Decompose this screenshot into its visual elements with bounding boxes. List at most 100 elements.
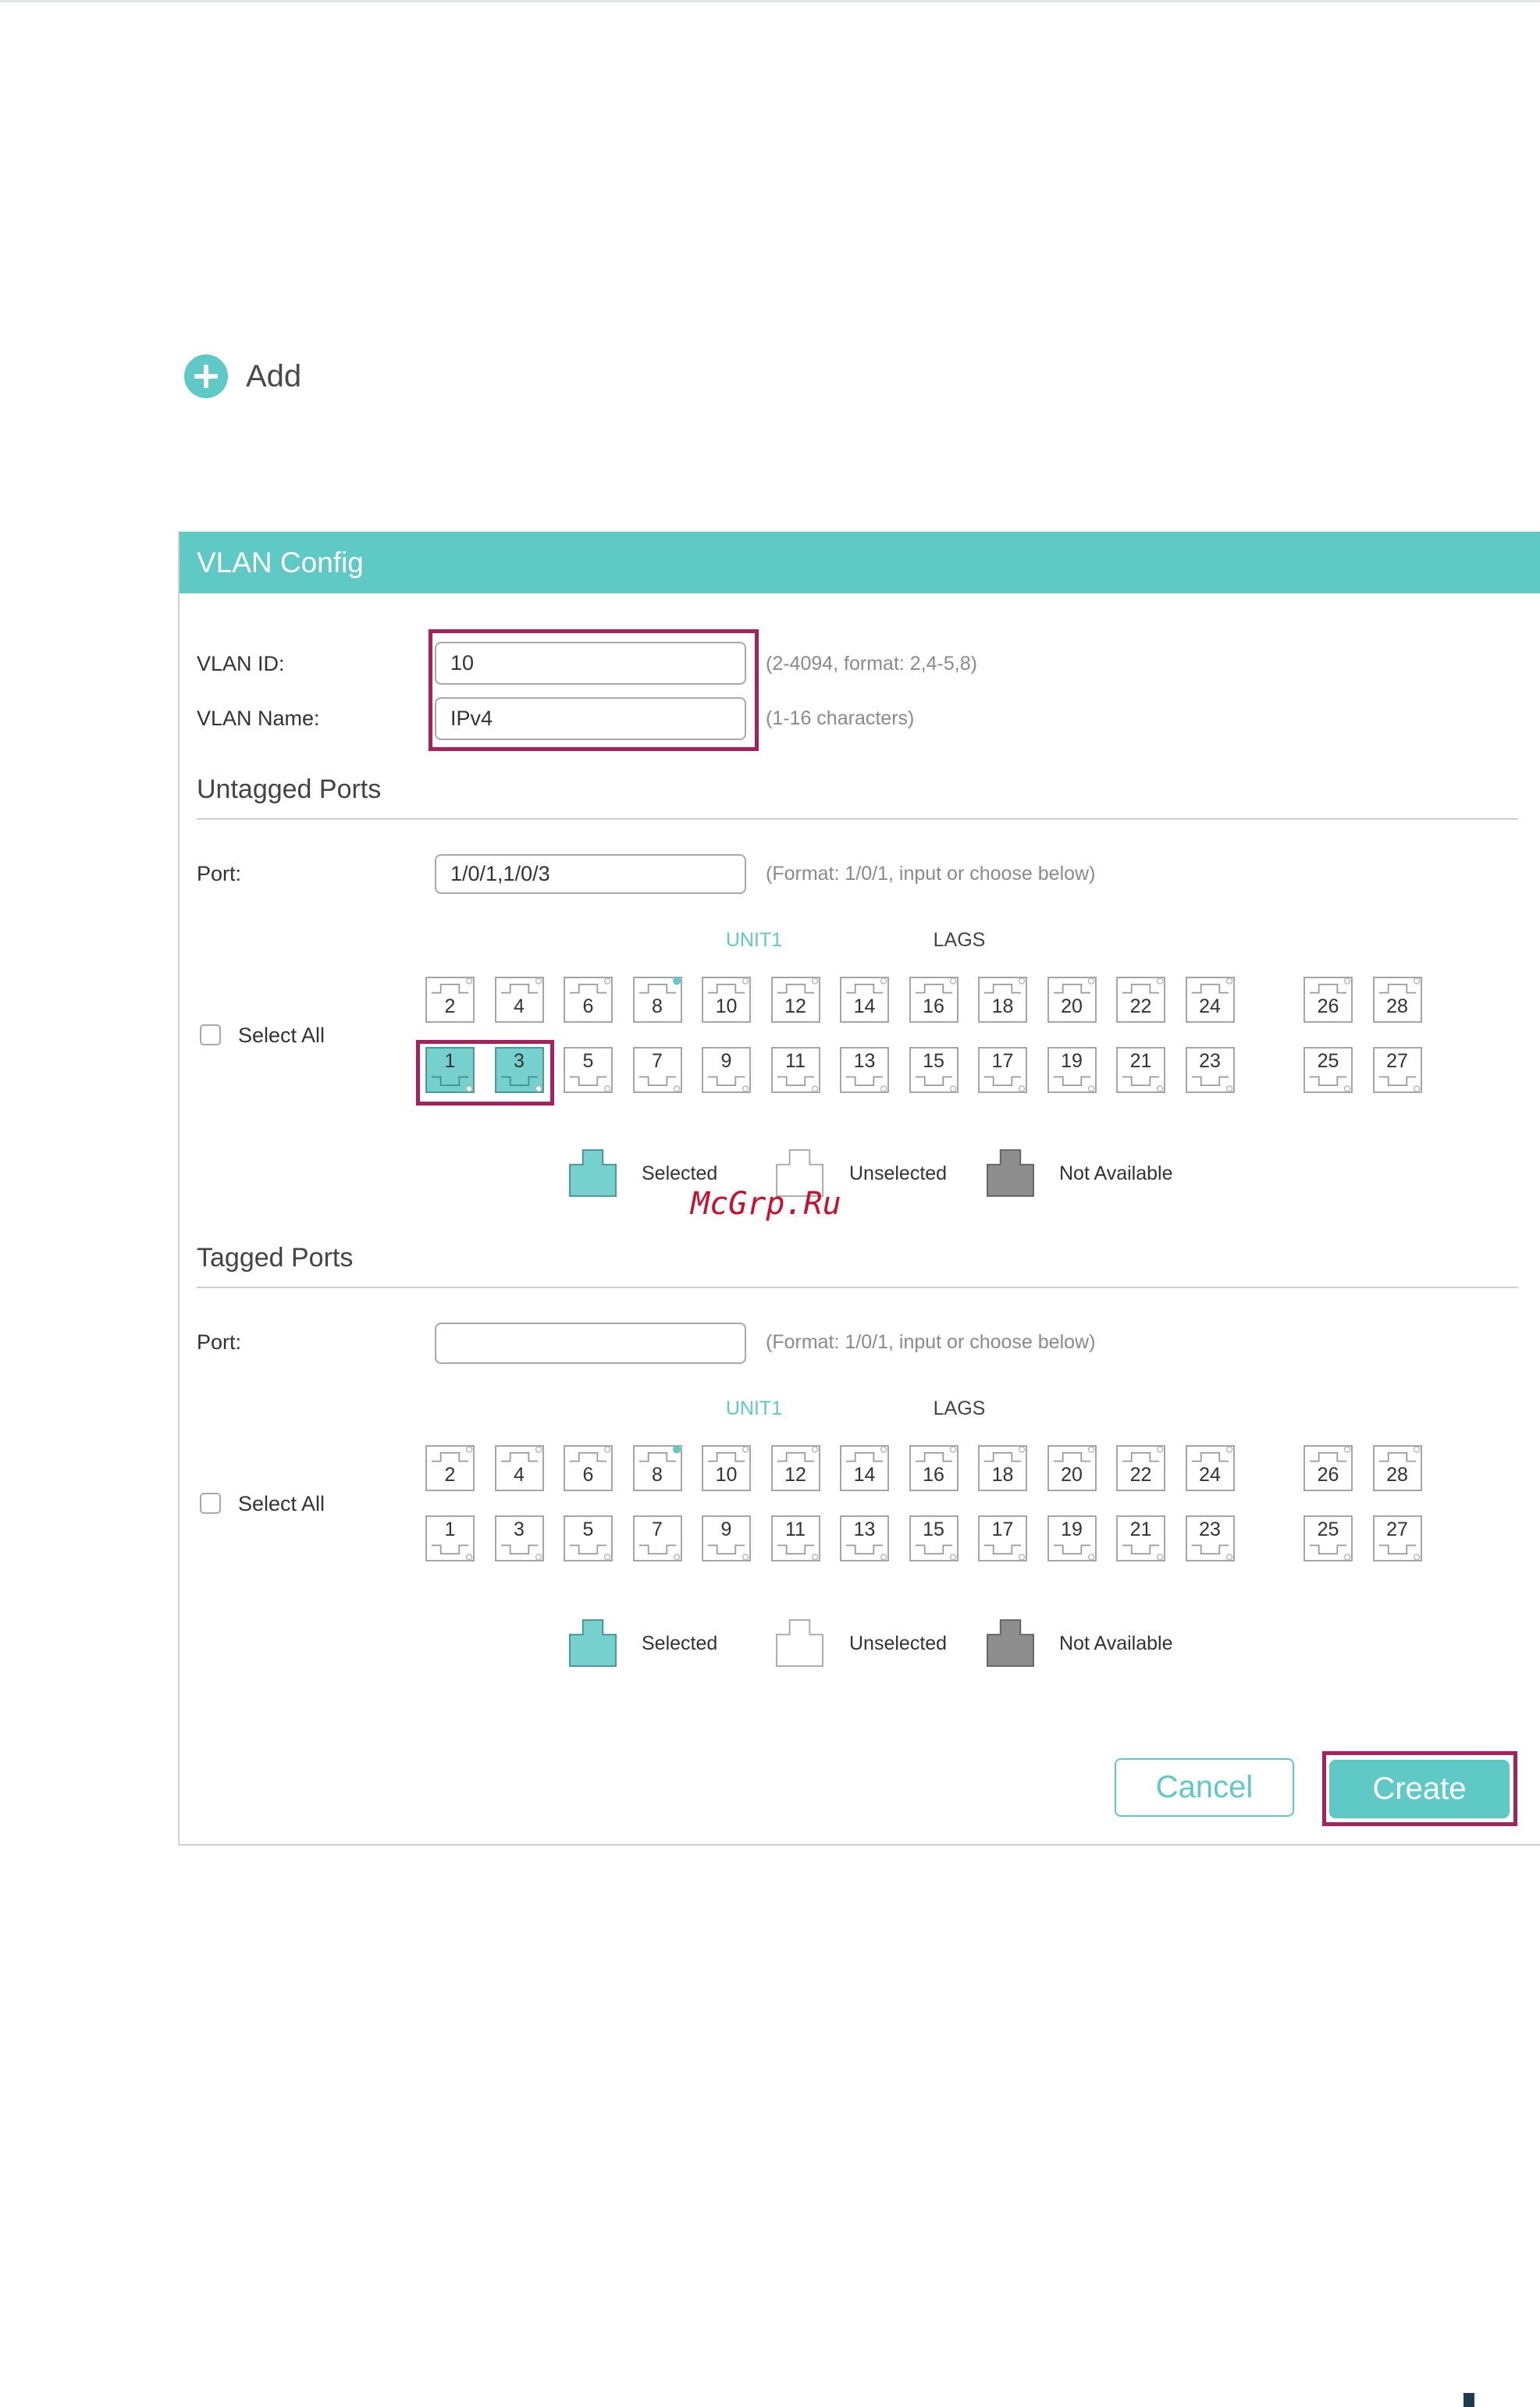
vlan-id-input[interactable]: [435, 642, 746, 685]
port-number: 1: [444, 1519, 456, 1540]
link-indicator-icon: [1087, 1446, 1094, 1453]
untagged-port-25[interactable]: 25: [1303, 1047, 1353, 1093]
untagged-port-15[interactable]: 15: [909, 1047, 958, 1093]
add-button[interactable]: Add: [184, 354, 301, 398]
untagged-port-9[interactable]: 9: [702, 1047, 751, 1093]
untagged-port-12[interactable]: 12: [770, 977, 820, 1023]
tagged-port-10[interactable]: 10: [702, 1445, 751, 1491]
untagged-port-input[interactable]: [435, 854, 746, 894]
link-indicator-icon: [465, 1446, 473, 1453]
tagged-port-14[interactable]: 14: [840, 1445, 889, 1491]
link-up-indicator-icon: [672, 977, 681, 985]
tagged-port-24[interactable]: 24: [1185, 1445, 1235, 1491]
tagged-port-5[interactable]: 5: [564, 1515, 613, 1561]
tagged-port-hint: (Format: 1/0/1, input or choose below): [766, 1331, 1096, 1353]
tagged-port-20[interactable]: 20: [1047, 1445, 1097, 1491]
create-button[interactable]: Create: [1329, 1760, 1510, 1818]
link-indicator-icon: [1156, 1446, 1164, 1453]
untagged-port-7[interactable]: 7: [632, 1047, 682, 1093]
link-indicator-icon: [1156, 1085, 1164, 1092]
untagged-select-all-checkbox[interactable]: [200, 1024, 221, 1045]
tagged-port-13[interactable]: 13: [840, 1515, 889, 1561]
tagged-port-input[interactable]: [435, 1323, 746, 1364]
port-number: 17: [991, 1050, 1014, 1072]
untagged-port-4[interactable]: 4: [494, 977, 544, 1023]
tagged-port-grid: 2 4 6 8 10 12 14 16 18 20 22 24 1 3 5 7 9 11 13 15 17 19 21 23 2…: [425, 1445, 1440, 1562]
untagged-port-6[interactable]: 6: [564, 977, 613, 1023]
tagged-select-all-label[interactable]: Select All: [238, 1490, 325, 1518]
port-number: 15: [923, 1519, 944, 1540]
untagged-port-28[interactable]: 28: [1372, 977, 1422, 1023]
tagged-port-8[interactable]: 8: [632, 1445, 682, 1491]
untagged-port-17[interactable]: 17: [978, 1047, 1027, 1093]
tagged-port-17[interactable]: 17: [978, 1515, 1027, 1561]
port-number: 26: [1317, 1464, 1339, 1486]
untagged-port-16[interactable]: 16: [909, 977, 958, 1023]
untagged-port-18[interactable]: 18: [978, 977, 1027, 1023]
tagged-select-all-checkbox[interactable]: [200, 1493, 221, 1514]
link-indicator-icon: [1225, 1085, 1232, 1092]
port-number: 17: [991, 1519, 1014, 1540]
untagged-port-8[interactable]: 8: [632, 977, 682, 1023]
link-indicator-icon: [673, 1085, 680, 1092]
untagged-port-24[interactable]: 24: [1185, 977, 1235, 1023]
untagged-port-23[interactable]: 23: [1185, 1047, 1235, 1093]
legend-not-available-icon: [987, 1149, 1034, 1197]
link-indicator-icon: [465, 977, 473, 985]
untagged-port-10[interactable]: 10: [702, 977, 751, 1023]
port-number: 5: [582, 1519, 594, 1540]
untagged-unit-label: UNIT1: [725, 929, 783, 951]
tagged-port-18[interactable]: 18: [978, 1445, 1027, 1491]
port-number: 24: [1199, 1464, 1221, 1486]
tagged-port-25[interactable]: 25: [1303, 1515, 1353, 1561]
untagged-port-2[interactable]: 2: [425, 977, 475, 1023]
untagged-port-26[interactable]: 26: [1303, 977, 1353, 1023]
untagged-port-11[interactable]: 11: [770, 1047, 820, 1093]
vlan-name-input[interactable]: [435, 697, 746, 740]
untagged-port-19[interactable]: 19: [1047, 1047, 1097, 1093]
tagged-port-11[interactable]: 11: [770, 1515, 820, 1561]
untagged-port-3[interactable]: 3: [494, 1047, 544, 1093]
untagged-port-5[interactable]: 5: [564, 1047, 613, 1093]
link-indicator-icon: [1087, 1085, 1094, 1092]
tagged-port-label: Port:: [197, 1330, 242, 1354]
tagged-port-15[interactable]: 15: [909, 1515, 958, 1561]
tagged-port-9[interactable]: 9: [702, 1515, 751, 1561]
untagged-port-22[interactable]: 22: [1116, 977, 1165, 1023]
tagged-port-21[interactable]: 21: [1116, 1515, 1165, 1561]
link-indicator-icon: [1413, 1554, 1420, 1561]
port-number: 14: [853, 1464, 876, 1486]
tagged-port-2[interactable]: 2: [425, 1445, 475, 1491]
tagged-port-3[interactable]: 3: [494, 1515, 544, 1561]
untagged-port-13[interactable]: 13: [840, 1047, 889, 1093]
link-indicator-icon: [1156, 1554, 1164, 1561]
tagged-port-6[interactable]: 6: [564, 1445, 613, 1491]
link-indicator-icon: [880, 1554, 887, 1561]
tagged-port-22[interactable]: 22: [1116, 1445, 1165, 1491]
tagged-port-28[interactable]: 28: [1372, 1445, 1422, 1491]
port-number: 28: [1386, 1464, 1408, 1486]
tagged-port-16[interactable]: 16: [909, 1445, 958, 1491]
tagged-port-12[interactable]: 12: [770, 1445, 820, 1491]
untagged-port-27[interactable]: 27: [1372, 1047, 1422, 1093]
link-indicator-icon: [1343, 1085, 1351, 1092]
tagged-port-19[interactable]: 19: [1047, 1515, 1097, 1561]
tagged-port-4[interactable]: 4: [494, 1445, 544, 1491]
untagged-select-all-label[interactable]: Select All: [238, 1021, 325, 1049]
tagged-port-7[interactable]: 7: [632, 1515, 682, 1561]
untagged-port-21[interactable]: 21: [1116, 1047, 1165, 1093]
tagged-port-1[interactable]: 1: [425, 1515, 475, 1561]
tagged-port-26[interactable]: 26: [1303, 1445, 1353, 1491]
untagged-port-20[interactable]: 20: [1047, 977, 1097, 1023]
link-indicator-icon: [535, 977, 542, 985]
panel-title: VLAN Config: [197, 547, 364, 579]
legend-unselected-text: Unselected: [849, 1163, 948, 1184]
cancel-button[interactable]: Cancel: [1115, 1758, 1294, 1817]
link-indicator-icon: [949, 1085, 956, 1092]
untagged-port-14[interactable]: 14: [840, 977, 889, 1023]
untagged-port-1[interactable]: 1: [425, 1047, 475, 1093]
tagged-port-27[interactable]: 27: [1372, 1515, 1422, 1561]
tagged-port-23[interactable]: 23: [1185, 1515, 1235, 1561]
untagged-port-grid: 2 4 6 8 10 12 14 16 18 20 22 24 1 3 5 7 9 11 13 15 17 19 21 23 2…: [425, 977, 1440, 1094]
port-number: 14: [853, 995, 876, 1017]
